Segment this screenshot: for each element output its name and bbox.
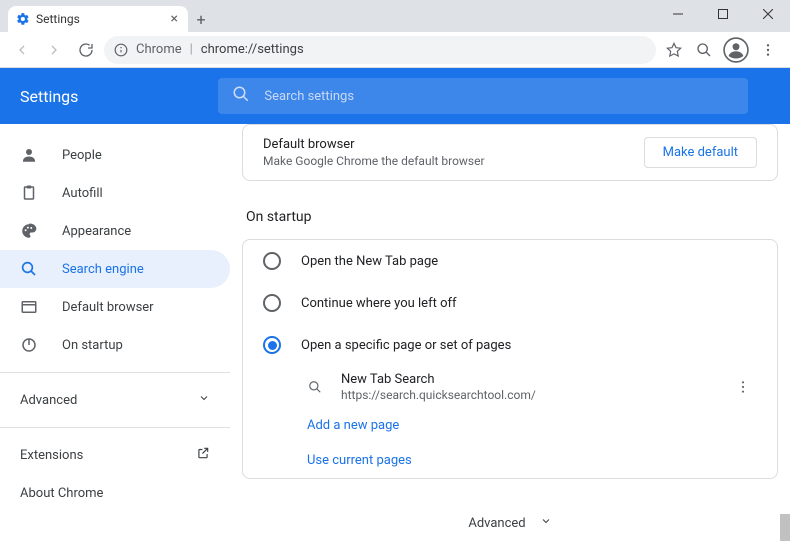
sidebar-item-label: People: [62, 148, 102, 163]
on-startup-section-title: On startup: [242, 201, 778, 239]
tab-title: Settings: [36, 12, 163, 26]
make-default-button[interactable]: Make default: [644, 137, 757, 168]
on-startup-card: Open the New Tab page Continue where you…: [242, 239, 778, 479]
startup-option-new-tab[interactable]: Open the New Tab page: [243, 240, 777, 282]
forward-button[interactable]: [40, 36, 68, 64]
palette-icon: [20, 222, 38, 240]
radio-icon: [263, 252, 281, 270]
person-icon: [20, 146, 38, 164]
browser-icon: [20, 298, 38, 316]
sidebar: People Autofill Appearance Search engine…: [0, 124, 230, 541]
open-external-icon: [196, 446, 210, 464]
minimize-button[interactable]: [655, 0, 700, 28]
new-tab-button[interactable]: +: [188, 6, 214, 32]
sidebar-item-default-browser[interactable]: Default browser: [0, 288, 230, 326]
reload-button[interactable]: [72, 36, 100, 64]
close-tab-icon[interactable]: ×: [169, 11, 180, 27]
divider: [0, 427, 230, 428]
gear-icon: [16, 12, 30, 26]
chevron-down-icon: [540, 515, 552, 531]
search-icon: [307, 379, 323, 395]
account-icon[interactable]: [720, 34, 752, 66]
content: People Autofill Appearance Search engine…: [0, 124, 790, 541]
browser-menu-icon[interactable]: [754, 36, 782, 64]
browser-tab[interactable]: Settings ×: [8, 6, 188, 32]
bookmark-star-icon[interactable]: [660, 36, 688, 64]
window-titlebar: Settings × +: [0, 0, 790, 32]
page-title: Settings: [20, 87, 78, 106]
close-window-button[interactable]: [745, 0, 790, 28]
clipboard-icon: [20, 184, 38, 202]
default-browser-title: Default browser: [263, 137, 485, 152]
address-url: chrome://settings: [201, 42, 304, 57]
sidebar-item-on-startup[interactable]: On startup: [0, 326, 230, 364]
sidebar-about-label: About Chrome: [20, 486, 103, 501]
search-icon: [20, 260, 38, 278]
sidebar-item-label: Default browser: [62, 300, 154, 315]
main-panel: Default browser Make Google Chrome the d…: [230, 124, 790, 541]
address-scheme: Chrome: [136, 42, 182, 57]
startup-option-specific[interactable]: Open a specific page or set of pages: [243, 324, 777, 366]
scrollbar-thumb[interactable]: [780, 514, 790, 541]
sidebar-advanced-toggle[interactable]: Advanced: [0, 381, 230, 419]
sidebar-item-label: Autofill: [62, 186, 103, 201]
sidebar-item-label: Appearance: [62, 224, 131, 239]
use-current-pages-link[interactable]: Use current pages: [243, 443, 777, 478]
info-icon: [114, 43, 128, 57]
advanced-footer-toggle[interactable]: Advanced: [242, 499, 778, 541]
startup-page-name: New Tab Search: [341, 372, 711, 387]
advanced-footer-label: Advanced: [468, 516, 525, 531]
sidebar-extensions-label: Extensions: [20, 448, 83, 463]
sidebar-item-autofill[interactable]: Autofill: [0, 174, 230, 212]
search-settings-input[interactable]: [264, 89, 734, 104]
divider: [0, 372, 230, 373]
settings-header: Settings: [0, 68, 790, 124]
maximize-button[interactable]: [700, 0, 745, 28]
startup-option-continue[interactable]: Continue where you left off: [243, 282, 777, 324]
sidebar-about-link[interactable]: About Chrome: [0, 474, 230, 512]
zoom-icon[interactable]: [690, 36, 718, 64]
sidebar-extensions-link[interactable]: Extensions: [0, 436, 230, 474]
search-icon: [232, 85, 250, 107]
window-controls: [655, 0, 790, 32]
radio-icon: [263, 294, 281, 312]
power-icon: [20, 336, 38, 354]
sidebar-item-appearance[interactable]: Appearance: [0, 212, 230, 250]
sidebar-item-people[interactable]: People: [0, 136, 230, 174]
page-entry-menu-button[interactable]: [729, 373, 757, 401]
startup-page-entry: New Tab Search https://search.quicksearc…: [243, 366, 777, 408]
sidebar-item-search-engine[interactable]: Search engine: [0, 250, 230, 288]
sidebar-advanced-label: Advanced: [20, 393, 77, 408]
browser-toolbar: Chrome | chrome://settings: [0, 32, 790, 68]
default-browser-card: Default browser Make Google Chrome the d…: [242, 124, 778, 181]
sidebar-item-label: Search engine: [62, 262, 144, 277]
back-button[interactable]: [8, 36, 36, 64]
radio-checked-icon: [263, 336, 281, 354]
default-browser-subtitle: Make Google Chrome the default browser: [263, 154, 485, 168]
add-new-page-link[interactable]: Add a new page: [243, 408, 777, 443]
sidebar-item-label: On startup: [62, 338, 123, 353]
startup-page-url: https://search.quicksearchtool.com/: [341, 388, 711, 402]
address-bar[interactable]: Chrome | chrome://settings: [104, 36, 656, 64]
search-settings-field[interactable]: [218, 78, 748, 114]
chevron-down-icon: [198, 392, 210, 408]
